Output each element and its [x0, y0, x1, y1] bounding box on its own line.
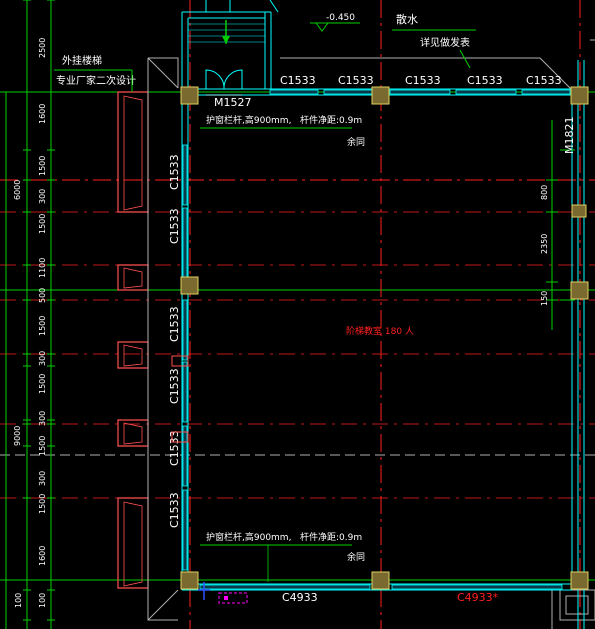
right-dim-800: 800: [540, 185, 549, 200]
elevation-mark: -0.450: [310, 13, 360, 32]
rail-note-bottom-text: 护窗栏杆,高900mm,: [206, 531, 291, 543]
left-dim-0: 2500: [38, 38, 47, 58]
left-dim-15: 100: [38, 593, 47, 608]
exterior-stair-outline: [117, 91, 149, 589]
exterior-stair-text: 外挂楼梯 专业厂家二次设计: [54, 54, 136, 92]
exterior-stair-note: 专业厂家二次设计: [56, 74, 136, 87]
door-label-top: M1527: [214, 96, 252, 109]
apron-note-title: 散水: [396, 12, 418, 26]
floor-plan-drawing: 2500 1600 1500 300 1500 1100 500 1500 300 1500 300…: [0, 0, 595, 629]
overall-dim-1: 9000: [13, 426, 22, 446]
green-arrow-icon: [222, 20, 230, 44]
right-dim-150: 150: [540, 291, 549, 306]
left-dim-3: 300: [38, 189, 47, 204]
rail-note-bottom-same: 余同: [347, 551, 365, 563]
left-dim-4: 1500: [38, 214, 47, 234]
elevation-label: -0.450: [326, 13, 355, 23]
left-dim-5: 1100: [38, 258, 47, 278]
window-label-top-0: C1533: [280, 74, 316, 87]
rail-note-bottom-spacing: 杆件净距:0.9m: [300, 531, 362, 543]
magenta-selection-box: [218, 592, 248, 604]
window-label-top-3: C1533: [467, 74, 503, 87]
left-dim-2: 1500: [38, 156, 47, 176]
door-top-swing: [205, 69, 243, 96]
columns: [180, 86, 589, 590]
left-dimension-texts: 2500 1600 1500 300 1500 1100 500 1500 300 1500 300…: [13, 38, 47, 608]
top-window-labels: C1533 C1533 C1533 C1533 C1533: [280, 74, 562, 87]
left-dim-12: 300: [38, 471, 47, 486]
left-dim-1: 1600: [38, 104, 47, 124]
left-dim-outer-100: 100: [14, 593, 23, 608]
left-dim-11: 1500: [38, 436, 47, 456]
right-dimension-texts: 800 2350 150: [540, 185, 549, 306]
window-label-left-5: C1533: [168, 492, 181, 528]
rail-note-top-same: 余同: [347, 136, 365, 148]
window-label-left-1: C1533: [168, 208, 181, 244]
window-label-top-2: C1533: [405, 74, 441, 87]
window-label-left-4: C1533: [168, 430, 181, 466]
left-dim-6: 500: [38, 288, 47, 303]
left-window-labels: C1533 C1533 C1533 C1533 C1533 C1533: [168, 154, 181, 528]
window-label-bottom-red: C4933*: [457, 591, 499, 604]
exterior-stair-label: 外挂楼梯: [62, 54, 102, 67]
door-label-right: M1821: [563, 117, 576, 155]
window-label-top-4: C1533: [526, 74, 562, 87]
overall-dim-0: 6000: [13, 180, 22, 200]
rail-note-top-text: 护窗栏杆,高900mm,: [206, 114, 291, 126]
left-dim-8: 300: [38, 351, 47, 366]
rail-note-top: 护窗栏杆,高900mm, 杆件净距:0.9m 余同: [200, 114, 365, 148]
left-dim-10: 300: [38, 411, 47, 426]
right-dim-2350: 2350: [540, 234, 549, 254]
left-dim-7: 1500: [38, 316, 47, 336]
window-label-bottom: C4933: [282, 591, 318, 604]
left-dim-14: 1600: [38, 546, 47, 566]
windows-left: [182, 144, 188, 571]
rail-note-bottom: 护窗栏杆,高900mm, 杆件净距:0.9m 余同: [200, 531, 365, 582]
window-label-left-2: C1533: [168, 306, 181, 342]
windows-top: [269, 89, 571, 95]
window-label-left-0: C1533: [168, 154, 181, 190]
apron-note-detail: 详见做发表: [420, 36, 470, 49]
window-label-left-3: C1533: [168, 368, 181, 404]
left-dimension-chains: [5, 0, 55, 629]
room-label: 阶梯教室 180 人: [346, 325, 414, 337]
left-dim-13: 1500: [38, 494, 47, 514]
window-label-top-1: C1533: [338, 74, 374, 87]
left-dim-9: 1500: [38, 374, 47, 394]
rail-note-top-spacing: 杆件净距:0.9m: [300, 114, 362, 126]
apron-note: 散水 详见做发表: [392, 12, 476, 69]
